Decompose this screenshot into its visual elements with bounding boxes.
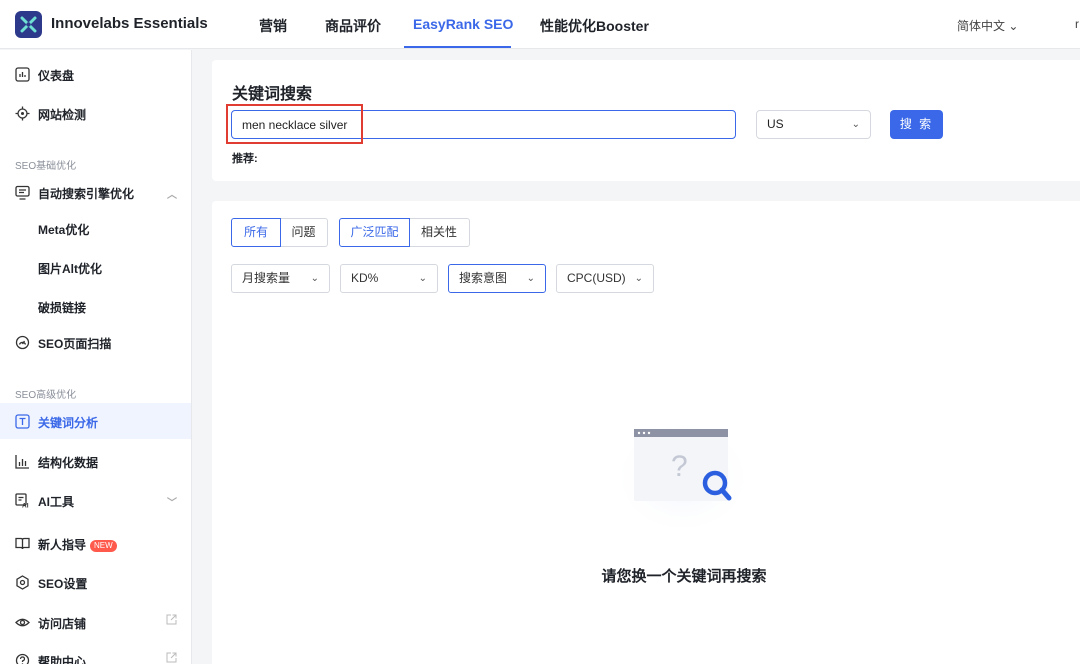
tab-booster[interactable]: 性能优化Booster [540, 16, 649, 36]
sidebar-item-label: AI工具 [38, 495, 75, 509]
settings-hex-icon [16, 575, 29, 590]
sidebar-item-label: 新人指导 [38, 538, 87, 552]
sidebar-item-label: 图片Alt优化 [38, 262, 102, 276]
sidebar-item-label: SEO设置 [38, 577, 88, 591]
empty-search-illustration-icon: ? [617, 416, 749, 528]
sidebar-item-help-center[interactable]: 帮助中心 [0, 642, 191, 664]
recommend-label: 推荐: [232, 153, 258, 165]
country-select-value: US [767, 117, 784, 131]
dropdown-label: CPC(USD) [567, 271, 626, 285]
app-logo-icon[interactable] [15, 11, 42, 38]
chevron-down-icon: ⌄ [310, 273, 319, 284]
new-badge: NEW [90, 540, 117, 552]
sidebar-item-label: 帮助中心 [38, 655, 87, 664]
external-link-icon [166, 652, 177, 663]
sidebar-item-label: SEO页面扫描 [38, 337, 112, 351]
sidebar-item-label: 访问店铺 [38, 617, 87, 631]
dashboard-icon [15, 67, 30, 82]
tab-easyrank-seo[interactable]: EasyRank SEO [413, 16, 513, 32]
external-link-icon [166, 614, 177, 625]
country-select[interactable]: US ⌄ [756, 110, 871, 139]
sidebar-section-title: SEO高级优化 [15, 390, 77, 401]
keyword-search-input[interactable] [231, 110, 736, 139]
gauge-icon [15, 335, 30, 350]
sidebar-item-onboarding[interactable]: 新人指导 NEW [0, 525, 191, 561]
language-select[interactable]: 简体中文 ⌄ [957, 17, 1018, 34]
match-tab-broad[interactable]: 广泛匹配 [339, 218, 410, 247]
sidebar-item-label: 仪表盘 [38, 69, 75, 83]
filter-tab-questions[interactable]: 问题 [280, 218, 328, 247]
target-icon [15, 106, 30, 121]
eye-icon [15, 618, 30, 627]
sidebar-item-dashboard[interactable]: 仪表盘 [0, 56, 191, 92]
filter-monthly-volume[interactable]: 月搜索量 ⌄ [231, 264, 330, 293]
monitor-icon [15, 185, 30, 200]
sidebar-item-auto-seo[interactable]: 自动搜索引擎优化 ︿ [0, 174, 191, 210]
chevron-down-icon: ⌄ [851, 119, 860, 130]
chevron-down-icon: ⌄ [526, 273, 535, 284]
keyword-icon [15, 414, 30, 429]
match-tab-relevance[interactable]: 相关性 [409, 218, 470, 247]
filter-search-intent[interactable]: 搜索意图 ⌄ [448, 264, 546, 293]
dropdown-label: 月搜索量 [242, 271, 291, 285]
tab-marketing[interactable]: 营销 [259, 16, 287, 36]
chevron-down-icon: ﹀ [167, 498, 177, 509]
sidebar-item-visit-store[interactable]: 访问店铺 [0, 604, 191, 640]
help-icon [15, 653, 30, 664]
chevron-down-icon: ⌄ [418, 273, 427, 284]
sidebar-item-seo-settings[interactable]: SEO设置 [0, 564, 191, 600]
user-menu[interactable]: r [1075, 17, 1079, 31]
top-bar: Innovelabs Essentials 营销 商品评价 EasyRank S… [0, 0, 1080, 49]
sidebar-item-page-scan[interactable]: SEO页面扫描 [0, 324, 191, 360]
empty-state-message: 请您换一个关键词再搜索 [601, 568, 767, 585]
filter-tab-all[interactable]: 所有 [231, 218, 281, 247]
sidebar-item-label: 结构化数据 [38, 456, 99, 470]
sidebar-item-keyword-analysis[interactable]: 关键词分析 [0, 403, 191, 439]
sidebar: 仪表盘 网站检测 SEO基础优化 自动搜索引擎优化 ︿ Meta优化 图片Alt… [0, 50, 192, 664]
sidebar-item-label: 关键词分析 [38, 416, 99, 430]
tab-reviews[interactable]: 商品评价 [325, 16, 381, 36]
sidebar-item-meta[interactable]: Meta优化 [0, 210, 191, 246]
dropdown-label: KD% [351, 271, 379, 285]
svg-text:?: ? [671, 450, 688, 483]
sidebar-item-image-alt[interactable]: 图片Alt优化 [0, 249, 191, 285]
chevron-up-icon: ︿ [167, 190, 177, 201]
sidebar-item-label: 破损链接 [38, 301, 87, 315]
sidebar-item-label: 网站检测 [38, 108, 87, 122]
chevron-down-icon: ⌄ [634, 273, 643, 284]
filter-cpc[interactable]: CPC(USD) ⌄ [556, 264, 654, 293]
app-title: Innovelabs Essentials [51, 15, 208, 32]
sidebar-item-site-check[interactable]: 网站检测 [0, 95, 191, 131]
sidebar-item-label: Meta优化 [38, 223, 90, 237]
book-icon [15, 537, 30, 550]
filter-kd[interactable]: KD% ⌄ [340, 264, 438, 293]
sidebar-item-structured-data[interactable]: 结构化数据 [0, 443, 191, 479]
sidebar-section-title: SEO基础优化 [15, 161, 77, 172]
svg-text:AI: AI [22, 503, 29, 509]
page-title: 关键词搜索 [232, 86, 313, 103]
ai-icon: AI [15, 493, 29, 509]
search-button[interactable]: 搜 索 [890, 110, 943, 139]
dropdown-label: 搜索意图 [459, 271, 508, 285]
active-tab-indicator [404, 46, 511, 48]
sidebar-item-ai-tools[interactable]: AI AI工具 ﹀ [0, 482, 191, 518]
sidebar-item-broken-links[interactable]: 破损链接 [0, 288, 191, 324]
sidebar-item-label: 自动搜索引擎优化 [38, 187, 135, 201]
bar-chart-icon [15, 455, 29, 469]
